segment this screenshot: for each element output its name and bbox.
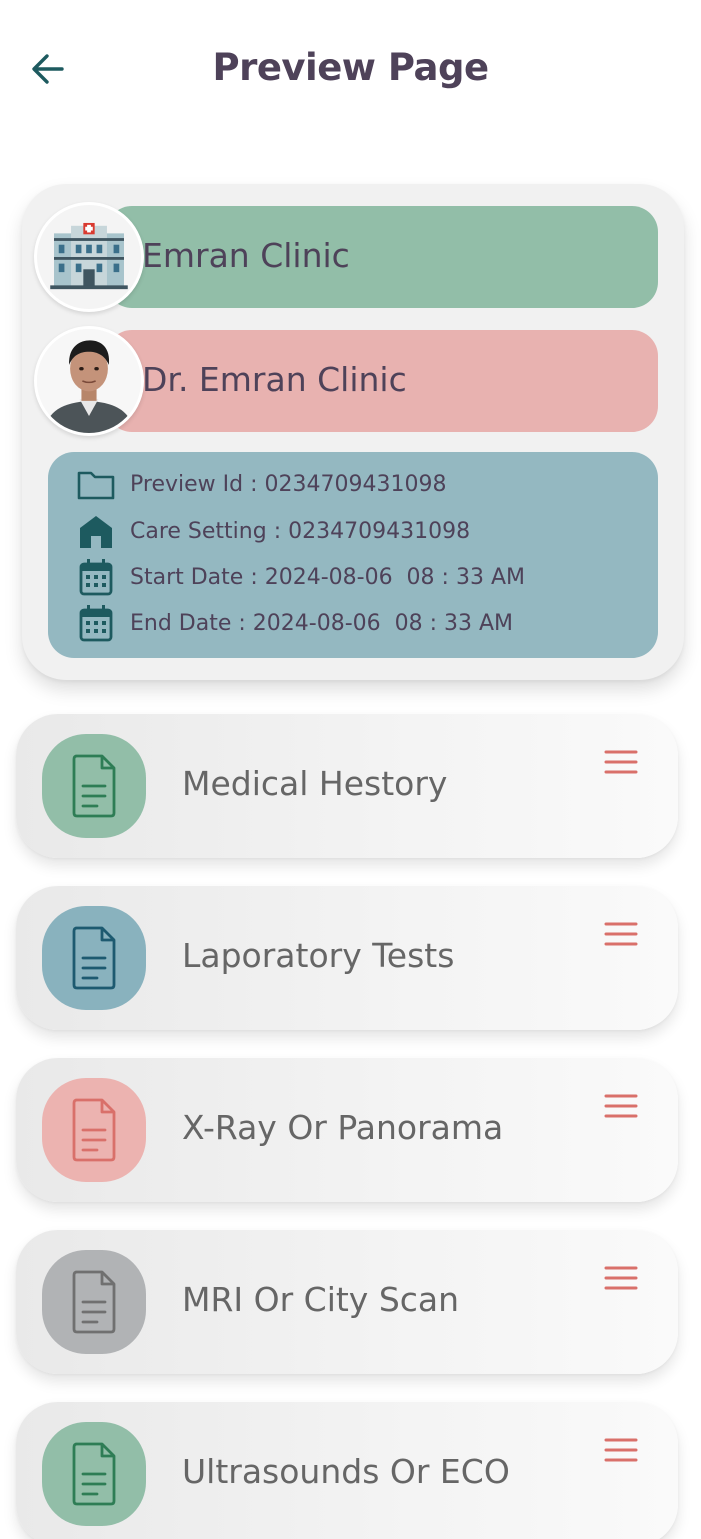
page-title: Preview Page	[212, 46, 489, 89]
document-icon-bg	[42, 906, 146, 1010]
section-label: Ultrasounds Or ECO	[182, 1452, 510, 1491]
section-laboratory-tests[interactable]: Laporatory Tests	[16, 886, 678, 1030]
document-icon	[72, 1098, 116, 1162]
calendar-icon	[79, 605, 113, 642]
folder-icon	[77, 471, 115, 500]
care-setting-text: Care Setting : 0234709431098	[130, 518, 471, 544]
section-ultrasounds-eco[interactable]: Ultrasounds Or ECO	[16, 1402, 678, 1539]
section-xray-panorama[interactable]: X-Ray Or Panorama	[16, 1058, 678, 1202]
detail-row-preview-id: Preview Id : 0234709431098	[76, 464, 446, 504]
detail-row-care-setting: Care Setting : 0234709431098	[76, 511, 470, 551]
document-icon-bg	[42, 734, 146, 838]
hospital-building-icon	[34, 202, 144, 312]
preview-id-text: Preview Id : 0234709431098	[130, 471, 447, 497]
end-date-text: End Date : 2024-08-06 08 : 33 AM	[130, 610, 514, 636]
section-label: Medical Hestory	[182, 764, 448, 803]
doctor-avatar	[34, 326, 144, 436]
section-mri-ct-scan[interactable]: MRI Or City Scan	[16, 1230, 678, 1374]
doctor-name: Dr. Emran Clinic	[142, 360, 407, 399]
document-icon	[72, 926, 116, 990]
section-label: MRI Or City Scan	[182, 1280, 460, 1319]
hamburger-menu-icon[interactable]	[604, 1092, 638, 1120]
clinic-name: Emran Clinic	[142, 236, 350, 275]
document-icon-bg	[42, 1078, 146, 1182]
document-icon-bg	[42, 1422, 146, 1526]
start-date-text: Start Date : 2024-08-06 08 : 33 AM	[130, 564, 525, 590]
hamburger-menu-icon[interactable]	[604, 1436, 638, 1464]
document-icon	[72, 754, 116, 818]
hamburger-menu-icon[interactable]	[604, 1264, 638, 1292]
hamburger-menu-icon[interactable]	[604, 748, 638, 776]
section-label: Laporatory Tests	[182, 936, 455, 975]
document-icon-bg	[42, 1250, 146, 1354]
preview-info-card: Emran Clinic Dr. Emran Clinic Preview Id…	[22, 184, 684, 680]
detail-row-start-date: Start Date : 2024-08-06 08 : 33 AM	[76, 557, 525, 597]
clinic-pill[interactable]: Emran Clinic	[106, 206, 658, 308]
document-icon	[72, 1442, 116, 1506]
document-icon	[72, 1270, 116, 1334]
hamburger-menu-icon[interactable]	[604, 920, 638, 948]
app-header: Preview Page	[0, 0, 701, 140]
home-icon	[80, 516, 112, 548]
section-medical-history[interactable]: Medical Hestory	[16, 714, 678, 858]
section-label: X-Ray Or Panorama	[182, 1108, 504, 1147]
preview-details-panel: Preview Id : 0234709431098 Care Setting …	[48, 452, 658, 658]
detail-row-end-date: End Date : 2024-08-06 08 : 33 AM	[76, 603, 513, 643]
calendar-icon	[79, 559, 113, 596]
doctor-pill[interactable]: Dr. Emran Clinic	[106, 330, 658, 432]
